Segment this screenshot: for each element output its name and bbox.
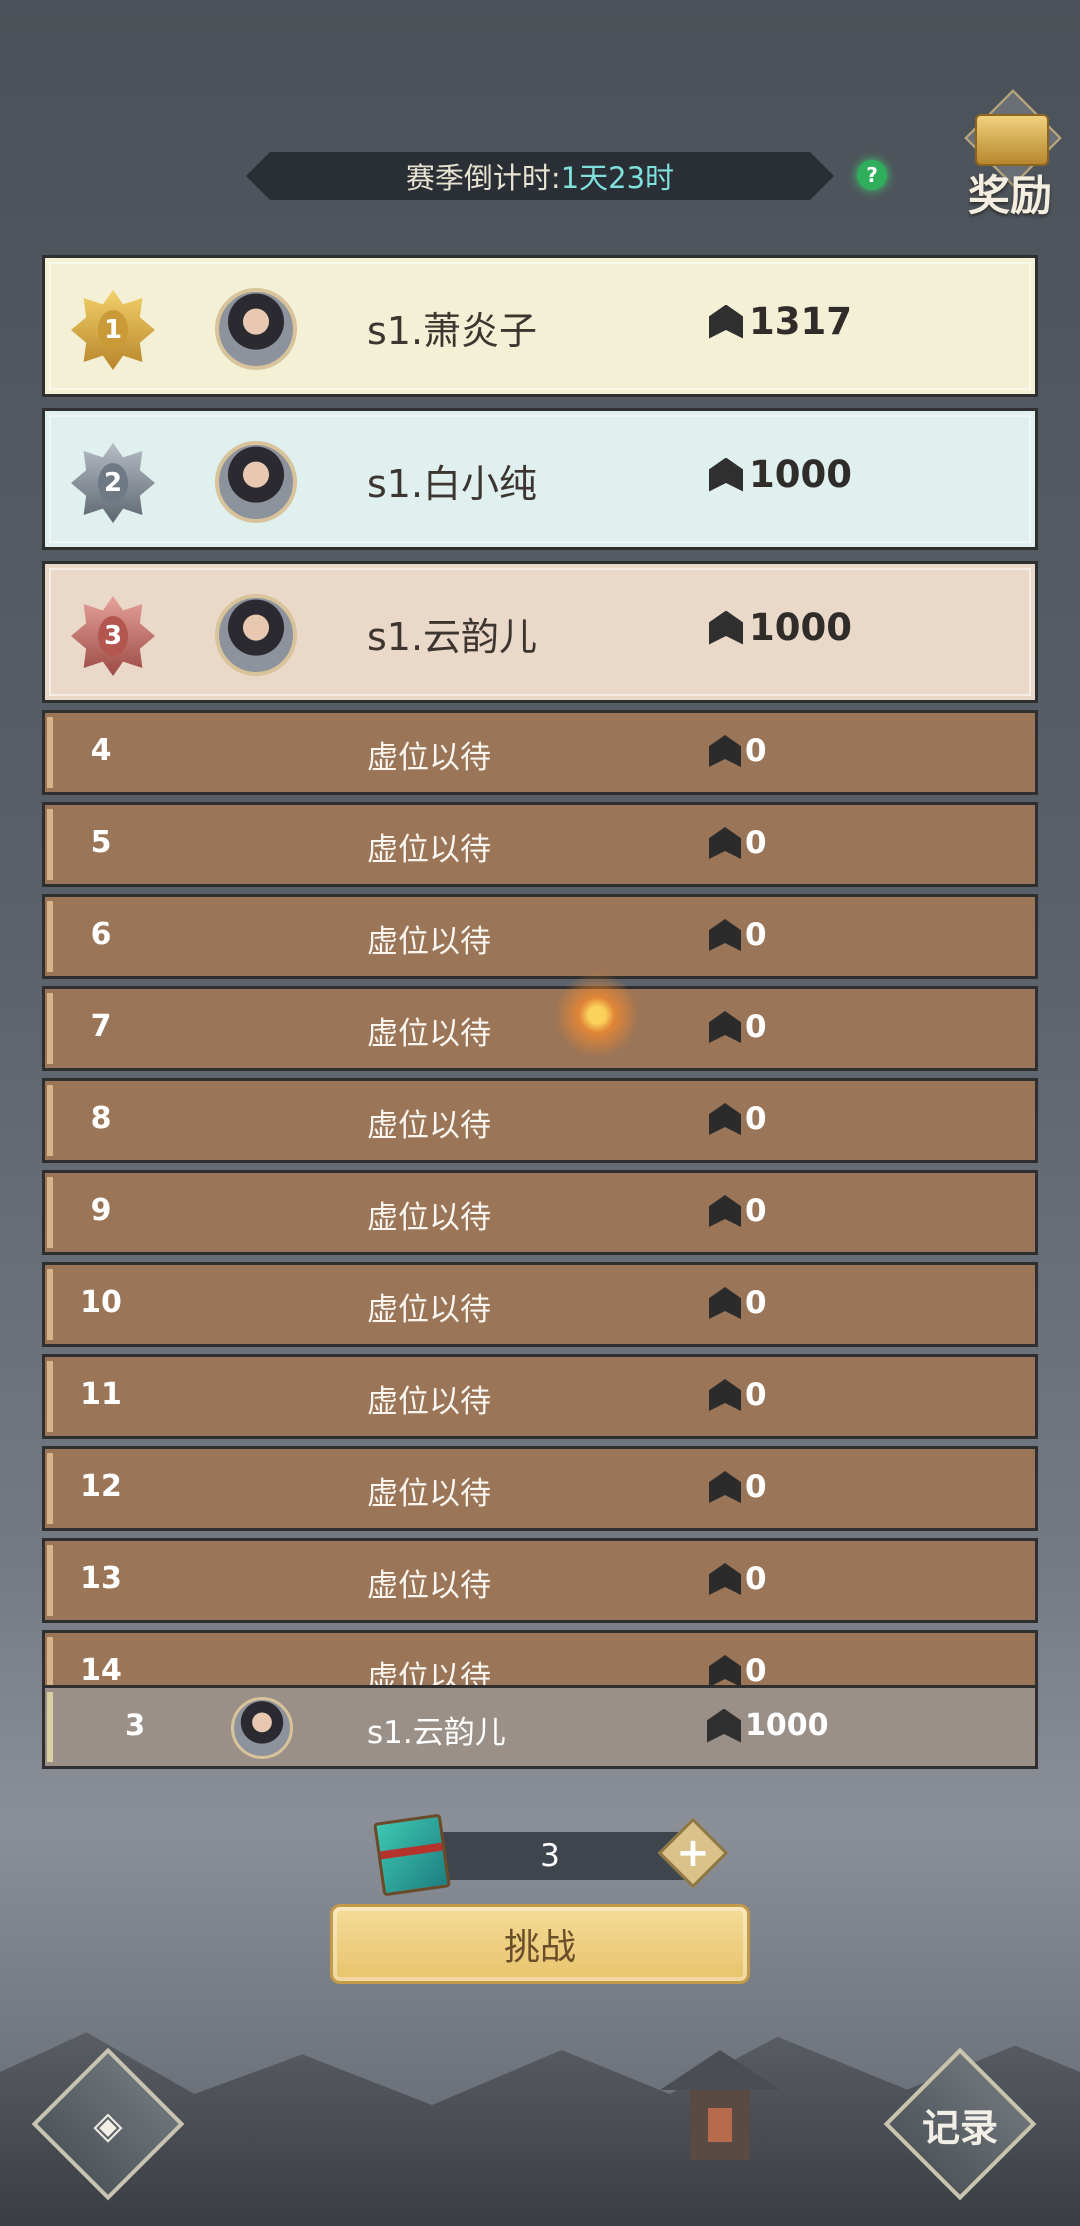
help-icon[interactable]: ? <box>857 160 887 190</box>
rank-row[interactable]: 12 虚位以待 0 <box>42 1446 1038 1531</box>
score-icon <box>709 1103 741 1135</box>
player-name: 虚位以待 <box>367 832 491 868</box>
score-icon <box>709 1011 741 1043</box>
score-icon <box>709 1563 741 1595</box>
player-name: 虚位以待 <box>367 1384 491 1420</box>
reward-button[interactable]: 奖励 <box>955 89 1065 220</box>
sparkle-effect <box>547 965 647 1065</box>
score-icon <box>709 827 741 859</box>
player-name: 虚位以待 <box>367 1200 491 1236</box>
player-name: 虚位以待 <box>367 1476 491 1512</box>
rank-row[interactable]: 8 虚位以待 0 <box>42 1078 1038 1163</box>
rank-row[interactable]: 4 虚位以待 0 <box>42 710 1038 795</box>
season-countdown: 赛季倒计时: 1天23时 <box>246 152 834 200</box>
score-icon <box>709 1287 741 1319</box>
rank-row[interactable]: 7 虚位以待 0 <box>42 986 1038 1071</box>
score-icon <box>709 919 741 951</box>
avatar <box>231 1697 293 1759</box>
player-name: 虚位以待 <box>367 1568 491 1604</box>
score: 1317 <box>709 300 852 343</box>
avatar[interactable] <box>215 594 297 676</box>
score-icon <box>709 735 741 767</box>
rank-row[interactable]: 9 虚位以待 0 <box>42 1170 1038 1255</box>
my-rank-row: 3 s1.云韵儿 1000 <box>42 1685 1038 1769</box>
bronze-medal-icon: 3 <box>71 596 155 676</box>
score-icon <box>709 304 743 339</box>
player-name: 虚位以待 <box>367 1016 491 1052</box>
silver-medal-icon: 2 <box>71 443 155 523</box>
rank-row[interactable]: 6 虚位以待 0 <box>42 894 1038 979</box>
rank-row-3[interactable]: 3 s1.云韵儿 1000 <box>42 561 1038 703</box>
player-name: s1.白小纯 <box>367 462 538 506</box>
pagoda-lantern <box>660 2010 780 2200</box>
score-icon <box>709 457 743 492</box>
ticket-count: 3 <box>410 1832 690 1880</box>
rank-row[interactable]: 10 虚位以待 0 <box>42 1262 1038 1347</box>
gold-medal-icon: 1 <box>71 290 155 370</box>
player-name: 虚位以待 <box>367 1292 491 1328</box>
score-icon <box>709 610 743 645</box>
score-icon <box>709 1195 741 1227</box>
treasure-chest-icon <box>975 114 1049 166</box>
challenge-button[interactable]: 挑战 <box>330 1904 750 1984</box>
rank-row[interactable]: 13 虚位以待 0 <box>42 1538 1038 1623</box>
score-icon <box>709 1655 741 1687</box>
score-icon <box>709 1471 741 1503</box>
avatar[interactable] <box>215 288 297 370</box>
record-label: 记录 <box>921 2104 998 2150</box>
reward-label: 奖励 <box>967 171 1052 220</box>
rank-row-1[interactable]: 1 s1.萧炎子 1317 <box>42 255 1038 397</box>
score: 1000 <box>709 453 852 496</box>
my-rank: 3 <box>125 1708 146 1742</box>
avatar[interactable] <box>215 441 297 523</box>
rank-row[interactable]: 11 虚位以待 0 <box>42 1354 1038 1439</box>
player-name: s1.萧炎子 <box>367 309 538 353</box>
rank-row-2[interactable]: 2 s1.白小纯 1000 <box>42 408 1038 550</box>
player-name: s1.云韵儿 <box>367 615 538 659</box>
countdown-label: 赛季倒计时: <box>405 161 561 195</box>
ranking-list[interactable]: 1 s1.萧炎子 1317 2 s1.白小纯 1000 3 s1.云韵儿 100… <box>42 255 1038 1767</box>
player-name: 虚位以待 <box>367 740 491 776</box>
score: 1000 <box>709 606 852 649</box>
score-icon <box>709 1379 741 1411</box>
rank-row[interactable]: 5 虚位以待 0 <box>42 802 1038 887</box>
player-name: 虚位以待 <box>367 924 491 960</box>
countdown-value: 1天23时 <box>560 161 675 195</box>
player-name: 虚位以待 <box>367 1108 491 1144</box>
emblem-icon: ◈ <box>93 2101 123 2147</box>
my-name: s1.云韵儿 <box>367 1715 506 1751</box>
plus-icon: + <box>676 1830 710 1876</box>
ticket-icon <box>373 1813 451 1897</box>
score-icon <box>707 1708 741 1743</box>
my-score: 1000 <box>707 1708 829 1743</box>
